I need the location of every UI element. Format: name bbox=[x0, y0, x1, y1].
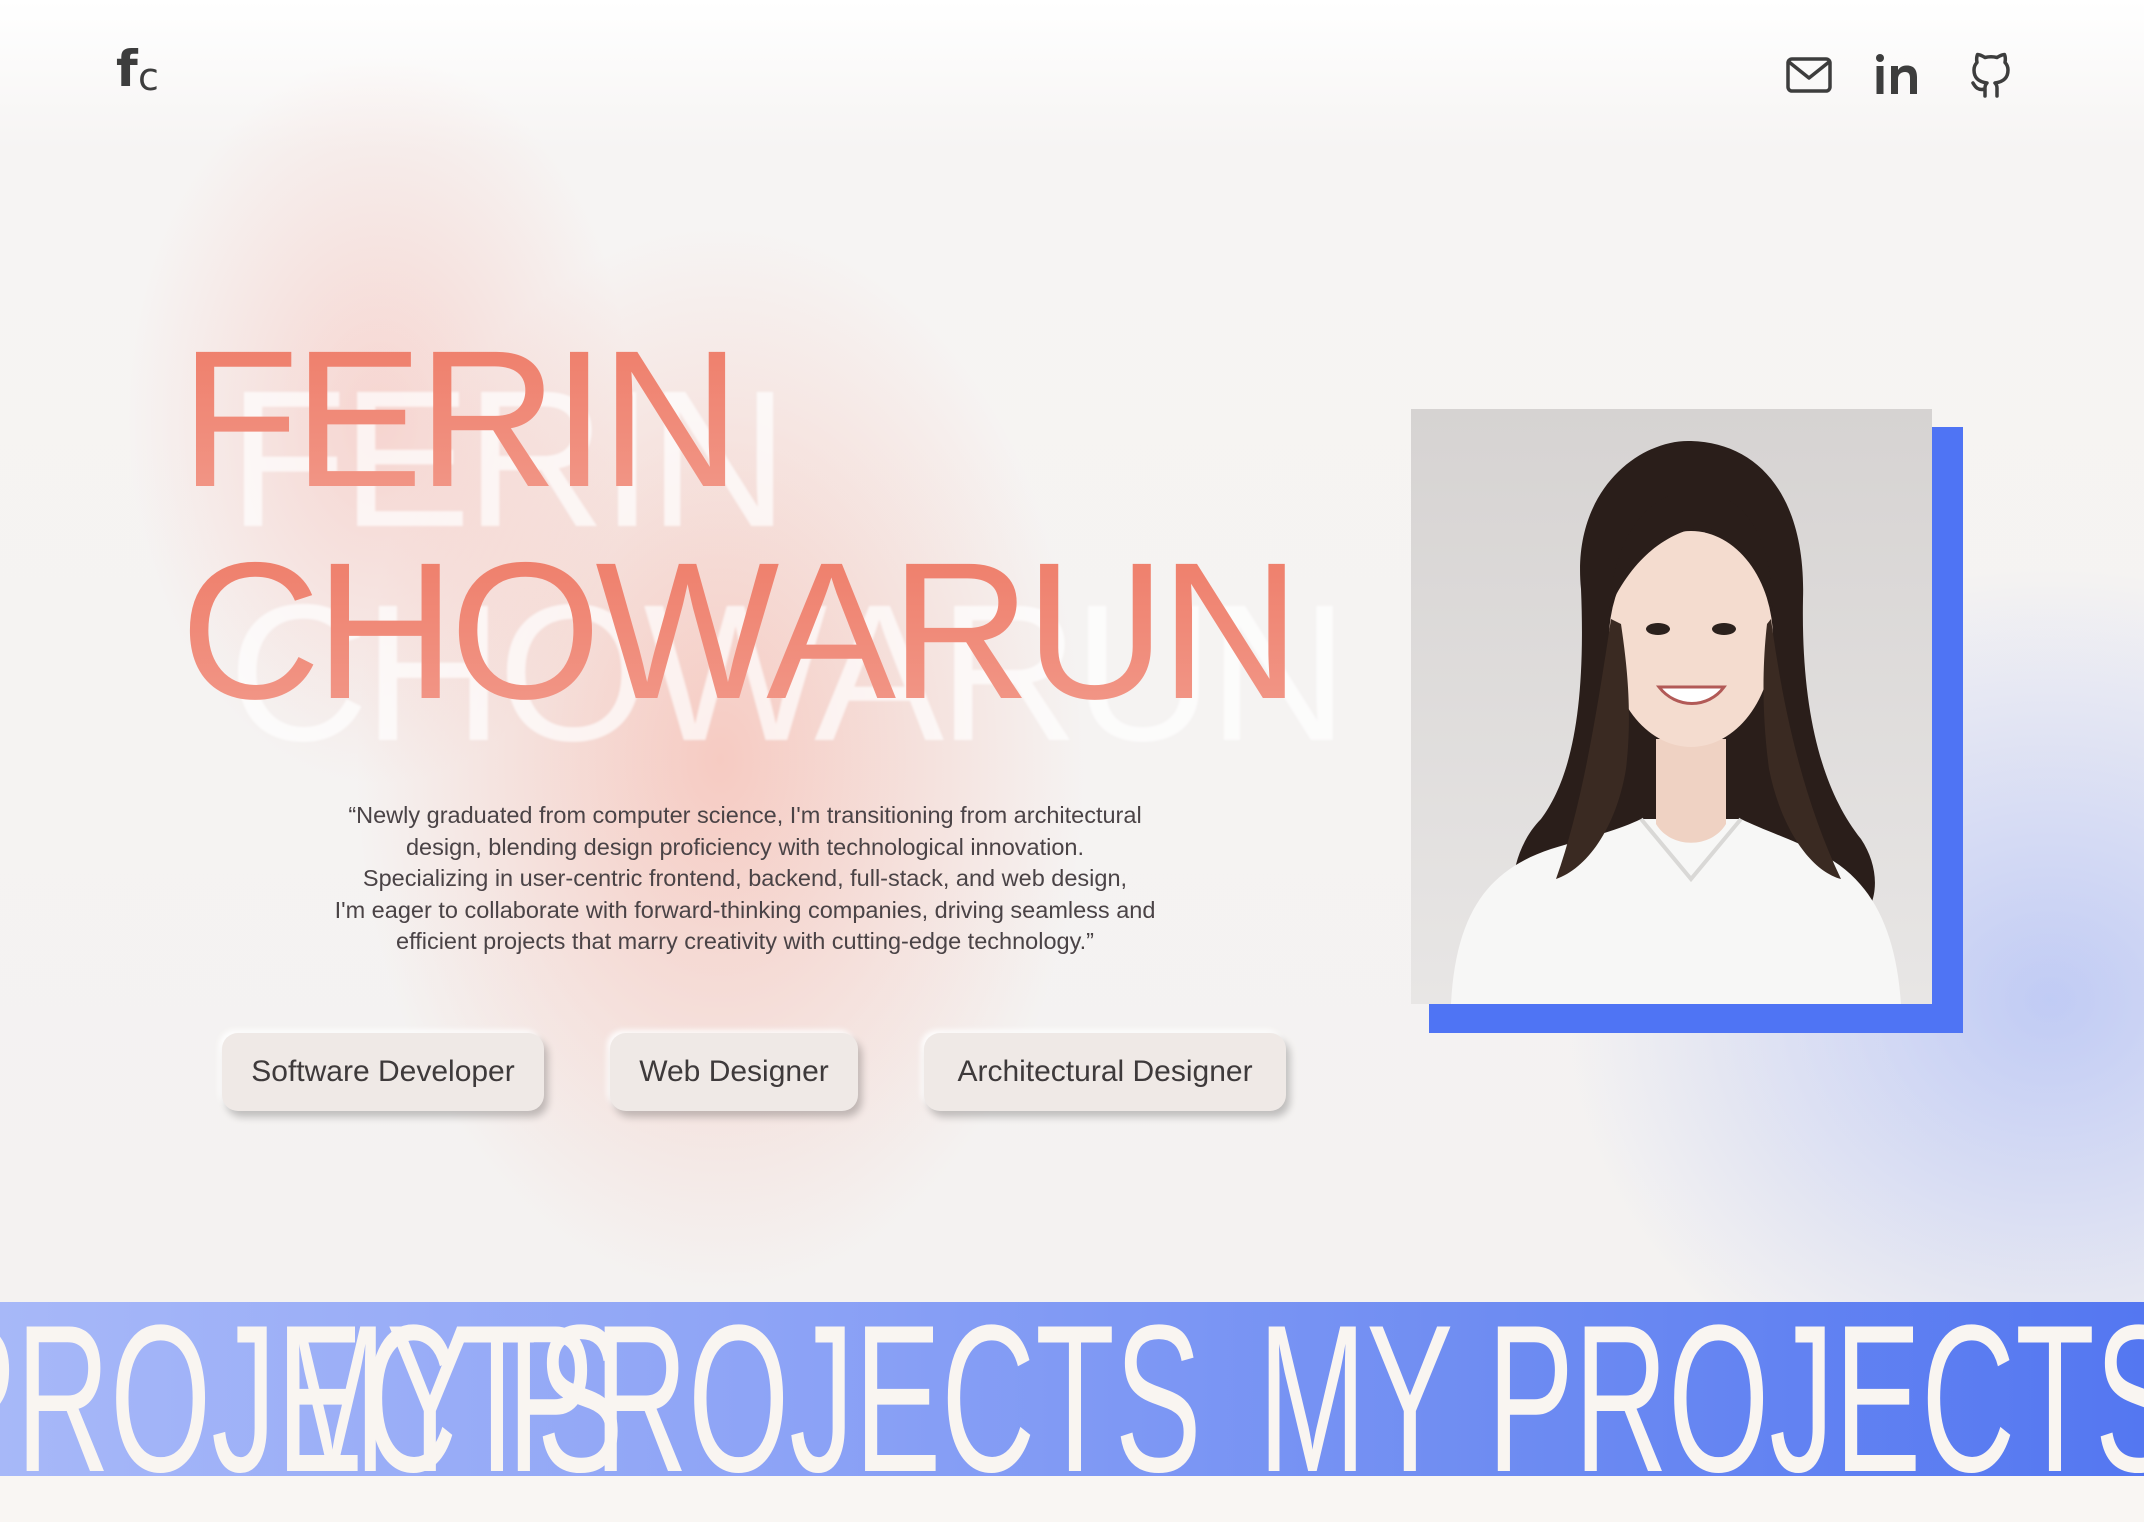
quote-line: design, blending design proficiency with… bbox=[405, 833, 1085, 860]
first-name: FERIN bbox=[180, 310, 741, 528]
intro-quote: “Newly graduated from computer science, … bbox=[270, 800, 1220, 958]
role-chip-software-developer[interactable]: Software Developer bbox=[222, 1033, 544, 1111]
role-chip-web-designer[interactable]: Web Designer bbox=[610, 1033, 858, 1111]
banner-text: MY PROJECTS bbox=[278, 1302, 1202, 1476]
projects-banner[interactable]: MY PROJECTS MY PROJECTS MY PROJECTS bbox=[0, 1302, 2144, 1476]
mail-icon[interactable] bbox=[1784, 50, 1834, 100]
logo-letter-c: c bbox=[138, 55, 159, 99]
github-icon[interactable] bbox=[1966, 50, 2016, 100]
banner-text: MY PROJECTS bbox=[1258, 1302, 2144, 1476]
role-chip-architectural-designer[interactable]: Architectural Designer bbox=[924, 1033, 1286, 1111]
quote-line: “Newly graduated from computer science, … bbox=[348, 802, 1142, 828]
quote-line: Specializing in user-centric frontend, b… bbox=[362, 865, 1128, 891]
linkedin-icon[interactable] bbox=[1872, 50, 1922, 100]
last-name: CHOWARUN bbox=[180, 522, 1301, 740]
quote-line: efficient projects that marry creativity… bbox=[396, 928, 1094, 954]
footer-strip bbox=[0, 1476, 2144, 1522]
site-logo[interactable]: f c bbox=[112, 44, 172, 102]
logo-letter-f: f bbox=[116, 40, 138, 98]
profile-photo bbox=[1411, 409, 1932, 1004]
header: f c bbox=[0, 0, 2144, 150]
quote-line: I'm eager to collaborate with forward-th… bbox=[334, 896, 1156, 923]
